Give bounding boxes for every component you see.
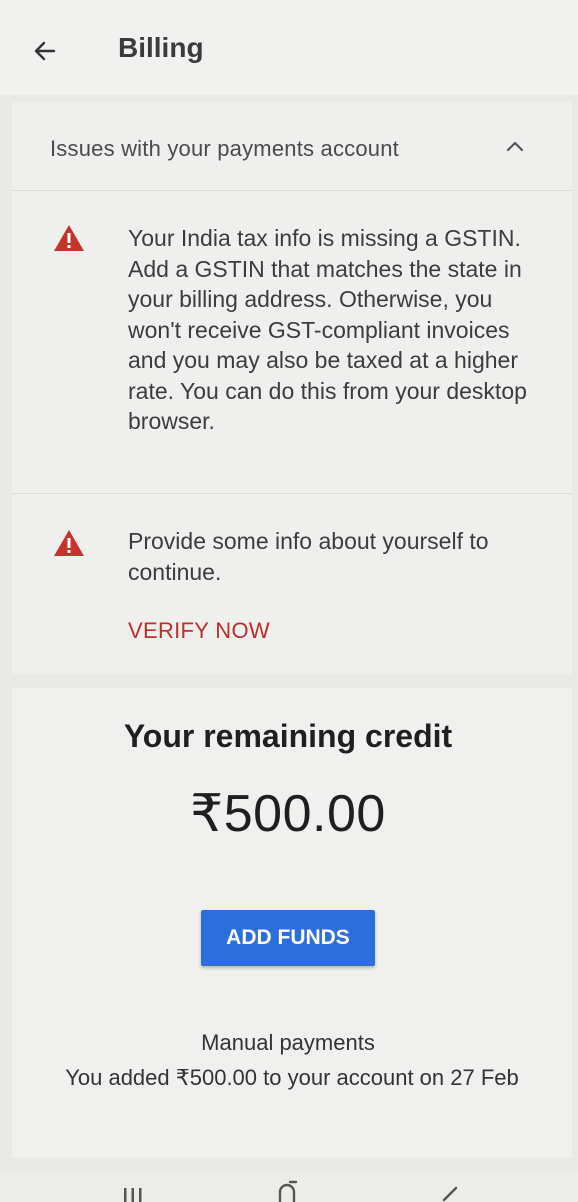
credit-title: Your remaining credit	[123, 718, 453, 754]
page-title: Billing	[118, 32, 204, 63]
credit-card: Your remaining credit ₹500.00 ADD FUNDS …	[12, 688, 572, 1158]
issues-header[interactable]: Issues with your payments account	[12, 102, 572, 191]
recent-apps-icon[interactable]	[118, 1186, 148, 1202]
manual-payments-description: You added ₹500.00 to your account on 27 …	[65, 1065, 519, 1090]
issues-header-label: Issues with your payments account	[50, 136, 399, 161]
credit-amount: ₹500.00	[190, 785, 386, 843]
nav-back-icon[interactable]	[436, 1184, 462, 1202]
issues-card: Issues with your payments account Your I…	[12, 102, 572, 674]
issue-text: Your India tax info is missing a GSTIN. …	[128, 225, 527, 434]
issue-item-gstin: Your India tax info is missing a GSTIN. …	[12, 191, 572, 494]
manual-payments-title: Manual payments	[201, 1030, 375, 1055]
arrow-left-icon[interactable]	[30, 36, 60, 66]
home-icon[interactable]	[270, 1178, 304, 1202]
issue-text: Provide some info about yourself to cont…	[128, 528, 489, 585]
issue-item-verify: Provide some info about yourself to cont…	[12, 494, 572, 674]
warning-icon	[54, 225, 84, 251]
warning-icon	[54, 530, 84, 556]
add-funds-button[interactable]: ADD FUNDS	[201, 910, 375, 966]
system-nav-bar	[0, 1170, 578, 1202]
app-bar: Billing	[0, 0, 578, 95]
chevron-up-icon[interactable]	[504, 138, 526, 154]
verify-now-button[interactable]: VERIFY NOW	[128, 618, 270, 644]
